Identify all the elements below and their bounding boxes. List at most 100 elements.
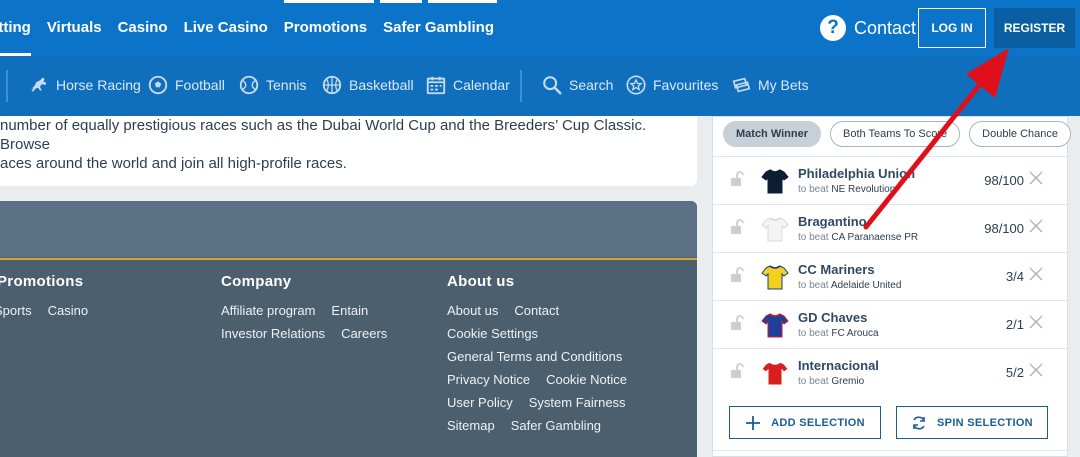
description-card: number of equally prestigious races such… bbox=[0, 116, 697, 186]
chip-both-teams-to-score[interactable]: Both Teams To Score bbox=[830, 121, 961, 147]
chip-double-chance[interactable]: Double Chance bbox=[969, 121, 1072, 147]
bet-builder-panel: Match Winner Both Teams To Score Double … bbox=[712, 116, 1072, 457]
to-beat-label: to beat bbox=[798, 376, 829, 387]
footer-column-about-us: About us About us Contact Cookie Setting… bbox=[447, 273, 647, 434]
chip-match-winner[interactable]: Match Winner bbox=[723, 121, 822, 147]
footer-link-privacy-notice[interactable]: Privacy Notice bbox=[447, 371, 530, 388]
subnav-label: Search bbox=[569, 77, 614, 93]
horse-icon bbox=[30, 77, 47, 92]
footer-link-system-fairness[interactable]: System Fairness bbox=[529, 394, 626, 411]
team-shirt-icon bbox=[761, 217, 789, 242]
odds-value[interactable]: 98/100 bbox=[984, 221, 1024, 236]
nav-item-casino[interactable]: Casino bbox=[118, 0, 168, 56]
nav-item-live-casino[interactable]: Live Casino bbox=[184, 0, 268, 56]
selection-row[interactable]: Internacional to beat Gremio 5/2 bbox=[713, 348, 1069, 396]
footer-links: Sports Casino bbox=[0, 302, 197, 319]
subnav-label: Favourites bbox=[653, 77, 719, 93]
footer-link-about-us[interactable]: About us bbox=[447, 302, 498, 319]
footer-link-sports[interactable]: Sports bbox=[0, 302, 32, 319]
footer-link-cookie-settings[interactable]: Cookie Settings bbox=[447, 325, 647, 342]
selection-row[interactable]: GD Chaves to beat FC Arouca 2/1 bbox=[713, 300, 1069, 348]
nav-item-safer-gambling[interactable]: Safer Gambling bbox=[383, 0, 494, 56]
bets-icon bbox=[732, 77, 751, 93]
footer-link-careers[interactable]: Careers bbox=[341, 325, 387, 342]
plus-icon bbox=[746, 415, 761, 430]
divider bbox=[6, 70, 8, 102]
footer-divider bbox=[0, 258, 697, 260]
odds-value[interactable]: 5/2 bbox=[1006, 365, 1024, 380]
footer-link-general-terms[interactable]: General Terms and Conditions bbox=[447, 348, 647, 365]
subnav-football[interactable]: Football bbox=[147, 74, 225, 96]
odds-value[interactable]: 98/100 bbox=[984, 173, 1024, 188]
login-button[interactable]: LOG IN bbox=[918, 8, 986, 48]
subnav-label: Calendar bbox=[453, 77, 510, 93]
remove-icon[interactable] bbox=[1029, 171, 1043, 185]
team-name: GD Chaves bbox=[798, 310, 868, 325]
footer-link-sitemap[interactable]: Sitemap bbox=[447, 417, 495, 434]
opponent-name: CA Paranaense PR bbox=[831, 232, 919, 243]
subnav-calendar[interactable]: Calendar bbox=[425, 74, 510, 96]
to-beat-label: to beat bbox=[798, 280, 829, 291]
site-footer: Promotions Sports Casino Company Affilia… bbox=[0, 201, 697, 457]
footer-link-affiliate-program[interactable]: Affiliate program bbox=[221, 302, 315, 319]
market-chips: Match Winner Both Teams To Score Double … bbox=[723, 121, 1072, 147]
footer-column-title: Company bbox=[221, 273, 292, 290]
contact-link[interactable]: ? Contact bbox=[820, 15, 916, 41]
team-shirt-icon bbox=[761, 169, 789, 194]
footer-link-contact[interactable]: Contact bbox=[514, 302, 559, 319]
subnav-horse-racing[interactable]: Horse Racing bbox=[28, 74, 141, 96]
remove-icon[interactable] bbox=[1029, 267, 1043, 281]
nav-item-sports-betting[interactable]: etting bbox=[0, 0, 31, 56]
unlock-icon bbox=[731, 363, 744, 378]
opponent-line: to beat CA Paranaense PR bbox=[798, 232, 918, 243]
odds-value[interactable]: 2/1 bbox=[1006, 317, 1024, 332]
footer-column-title: About us bbox=[447, 273, 515, 290]
footer-link-user-policy[interactable]: User Policy bbox=[447, 394, 513, 411]
remove-icon[interactable] bbox=[1029, 363, 1043, 377]
tennis-icon bbox=[239, 75, 259, 95]
selection-row[interactable]: Philadelphia Union to beat NE Revolution 9… bbox=[713, 156, 1069, 204]
nav-item-promotions[interactable]: Promotions bbox=[284, 0, 367, 56]
subnav-favourites[interactable]: Favourites bbox=[625, 74, 718, 96]
basketball-icon bbox=[322, 75, 342, 95]
description-text: number of equally prestigious races such… bbox=[0, 116, 680, 173]
help-icon: ? bbox=[820, 15, 846, 41]
subnav-label: Football bbox=[175, 77, 225, 93]
team-name: Internacional bbox=[798, 358, 879, 373]
footer-link-investor-relations[interactable]: Investor Relations bbox=[221, 325, 325, 342]
subnav-label: Horse Racing bbox=[56, 77, 141, 93]
add-selection-button[interactable]: ADD SELECTION bbox=[729, 406, 881, 439]
selection-row[interactable]: Bragantino to beat CA Paranaense PR 98/100 bbox=[713, 204, 1069, 252]
opponent-line: to beat Adelaide United bbox=[798, 280, 901, 291]
nav-item-virtuals[interactable]: Virtuals bbox=[47, 0, 102, 56]
opponent-name: Gremio bbox=[831, 376, 865, 387]
selection-row[interactable]: CC Mariners to beat Adelaide United 3/4 bbox=[713, 252, 1069, 300]
subnav-label: My Bets bbox=[758, 77, 809, 93]
footer-link-safer-gambling[interactable]: Safer Gambling bbox=[511, 417, 601, 434]
footer-link-casino[interactable]: Casino bbox=[48, 302, 88, 319]
subnav-tennis[interactable]: Tennis bbox=[238, 74, 306, 96]
subnav-search[interactable]: Search bbox=[541, 74, 613, 96]
subnav-basketball[interactable]: Basketball bbox=[321, 74, 414, 96]
opponent-line: to beat FC Arouca bbox=[798, 328, 879, 339]
register-button[interactable]: REGISTER bbox=[994, 8, 1075, 48]
remove-icon[interactable] bbox=[1029, 315, 1043, 329]
odds-value[interactable]: 3/4 bbox=[1006, 269, 1024, 284]
opponent-name: FC Arouca bbox=[831, 328, 879, 339]
add-selection-label: ADD SELECTION bbox=[771, 416, 865, 429]
team-name: Philadelphia Union bbox=[798, 166, 916, 181]
spin-selection-button[interactable]: SPIN SELECTION bbox=[896, 406, 1048, 439]
footer-column-company: Company Affiliate program Entain Investo… bbox=[221, 273, 431, 342]
remove-icon[interactable] bbox=[1029, 219, 1043, 233]
panel-divider bbox=[713, 450, 1069, 451]
subnav-my-bets[interactable]: My Bets bbox=[730, 74, 809, 96]
contact-label: Contact bbox=[854, 17, 917, 38]
unlock-icon bbox=[731, 219, 744, 234]
footer-link-entain[interactable]: Entain bbox=[331, 302, 368, 319]
opponent-name: Adelaide United bbox=[830, 280, 902, 291]
refresh-icon bbox=[913, 415, 925, 430]
footer-link-cookie-notice[interactable]: Cookie Notice bbox=[546, 371, 627, 388]
team-shirt-icon bbox=[761, 361, 789, 386]
footer-column-title: Promotions bbox=[0, 273, 84, 290]
unlock-icon bbox=[731, 267, 744, 282]
